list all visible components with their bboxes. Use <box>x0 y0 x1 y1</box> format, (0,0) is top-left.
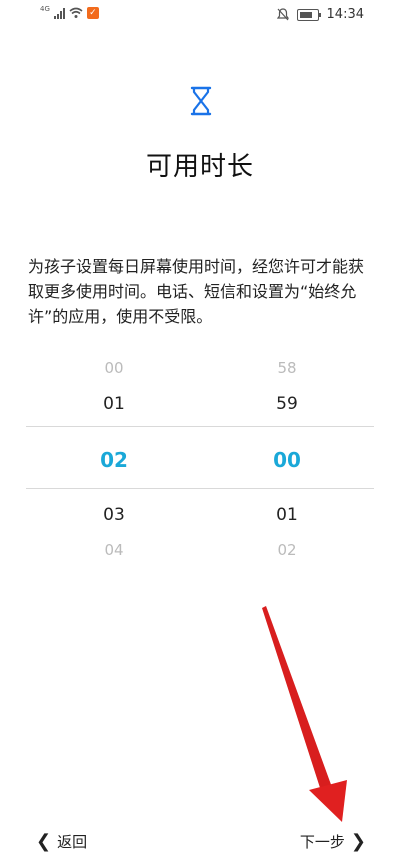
status-right: 14:34 <box>276 7 364 22</box>
hour-above[interactable]: 01 <box>74 394 154 414</box>
hourglass-icon <box>190 86 212 116</box>
status-time: 14:34 <box>326 7 364 22</box>
status-bar: 4G ✓ 14:34 <box>0 0 400 32</box>
network-type-label: 4G <box>40 5 50 13</box>
chevron-left-icon: ❮ <box>36 830 52 852</box>
hour-far-below: 04 <box>104 541 124 559</box>
next-label: 下一步 <box>299 832 345 851</box>
minute-wheel[interactable]: 58 59 00 01 02 <box>247 356 327 559</box>
back-label: 返回 <box>57 832 88 851</box>
signal-icon <box>53 7 65 19</box>
wifi-icon <box>69 7 83 18</box>
app-notification-icon: ✓ <box>86 7 99 19</box>
minute-above[interactable]: 59 <box>247 394 327 414</box>
page-description: 为孩子设置每日屏幕使用时间，经您许可才能获取更多使用时间。电话、短信和设置为“始… <box>28 257 365 326</box>
hour-far-above: 00 <box>104 359 124 377</box>
back-button[interactable]: ❮ 返回 <box>30 826 87 856</box>
next-button[interactable]: 下一步 ❯ <box>300 826 372 856</box>
minute-selected[interactable]: 00 <box>247 448 327 472</box>
hour-below[interactable]: 03 <box>74 505 154 525</box>
battery-icon <box>296 8 321 21</box>
minute-below[interactable]: 01 <box>247 505 327 525</box>
status-left: 4G ✓ <box>40 5 99 19</box>
hour-selected[interactable]: 02 <box>74 448 154 472</box>
hour-wheel[interactable]: 00 01 02 03 04 <box>74 356 154 559</box>
page-title: 可用时长 <box>145 152 254 182</box>
minute-far-above: 58 <box>277 359 297 377</box>
time-picker[interactable]: 00 01 02 03 04 58 59 00 01 02 <box>0 356 400 559</box>
mute-icon <box>276 8 289 21</box>
chevron-right-icon: ❯ <box>350 830 366 852</box>
minute-far-below: 02 <box>277 541 297 559</box>
